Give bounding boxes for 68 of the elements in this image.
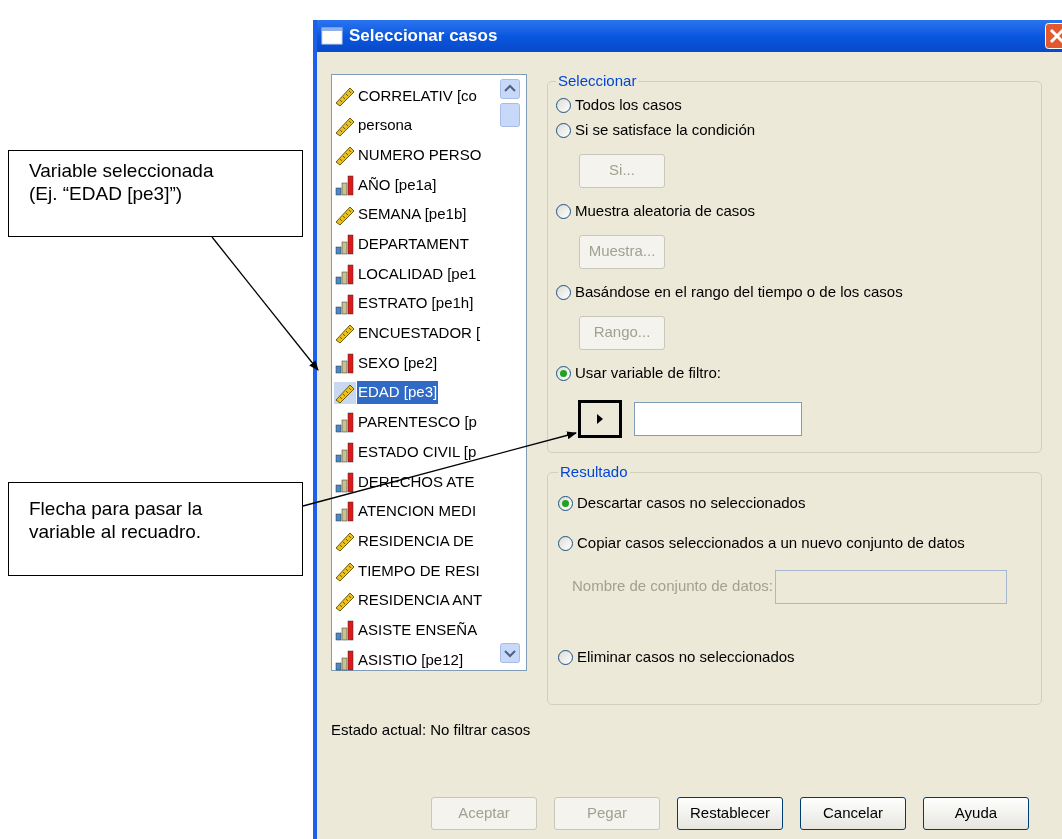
radio-label: Muestra aleatoria de casos — [575, 200, 756, 221]
scroll-up-button[interactable] — [500, 79, 520, 99]
ruler-icon — [334, 530, 356, 553]
bar-chart-icon — [334, 262, 356, 285]
scroll-down-button[interactable] — [500, 643, 520, 663]
dialog-button[interactable]: Restablecer — [677, 796, 783, 830]
variable-item[interactable]: EDAD [pe3] — [357, 381, 439, 404]
radio-button[interactable] — [556, 284, 571, 300]
radio-label: Si se satisface la condición — [575, 119, 756, 140]
variable-item[interactable]: RESIDENCIA ANT — [357, 589, 484, 612]
group-title: Resultado — [559, 462, 629, 482]
variable-item[interactable]: DEPARTAMENT — [357, 233, 470, 256]
variable-item[interactable]: LOCALIDAD [pe1 — [357, 262, 478, 286]
radio-label: Todos los casos — [575, 94, 682, 115]
radio-label: Copiar casos seleccionados a un nuevo conjunto de datos — [577, 533, 965, 554]
bar-chart-icon — [334, 500, 356, 523]
close-icon[interactable] — [1045, 23, 1062, 49]
variable-item[interactable]: PARENTESCO [p — [357, 411, 478, 434]
bar-chart-icon — [334, 292, 356, 315]
bar-chart-icon — [334, 411, 356, 434]
scrollbar-thumb[interactable] — [500, 103, 520, 127]
dialog-button[interactable]: Cancelar — [800, 796, 906, 830]
radio-button[interactable] — [556, 97, 571, 113]
ruler-icon — [334, 322, 356, 345]
variable-item[interactable]: CORRELATIV [co — [357, 84, 478, 108]
dialog-button[interactable]: Ayuda — [923, 796, 1029, 830]
radio-button[interactable] — [558, 650, 573, 665]
bar-chart-icon — [334, 352, 356, 375]
ruler-icon — [334, 144, 356, 167]
radio-label: Usar variable de filtro: — [575, 362, 721, 383]
radio-button[interactable] — [558, 496, 573, 511]
variable-item[interactable]: TIEMPO DE RESI — [357, 559, 481, 583]
radio-label: Basándose en el rango del tiempo o de los casos — [575, 281, 903, 302]
variable-item[interactable]: persona — [357, 114, 414, 137]
arrow-button[interactable] — [578, 399, 622, 438]
bar-chart-icon — [334, 173, 356, 196]
status-text: Estado actual: No filtrar casos — [331, 720, 532, 740]
bar-chart-icon — [334, 233, 356, 256]
bar-chart-icon — [334, 648, 356, 671]
variable-item[interactable]: SEMANA [pe1b] — [357, 203, 468, 226]
variable-item[interactable]: AÑO [pe1a] — [357, 173, 438, 197]
group-title: Seleccionar — [557, 71, 638, 91]
ruler-icon — [334, 381, 356, 404]
window-title: Seleccionar casos — [349, 25, 498, 48]
radio-button[interactable] — [556, 122, 571, 138]
radio-label: Eliminar casos no seleccionados — [577, 647, 795, 668]
callout-box: Flecha para pasar la variable al recuadro. — [8, 482, 303, 576]
bar-chart-icon — [334, 470, 356, 493]
variable-item[interactable]: ESTADO CIVIL [p — [357, 440, 478, 464]
radio-button[interactable] — [556, 203, 571, 219]
bar-chart-icon — [334, 441, 356, 464]
field-label: Nombre de conjunto de datos: — [572, 576, 773, 597]
radio-button[interactable] — [558, 536, 573, 551]
radio-button[interactable] — [556, 365, 571, 381]
window-icon — [321, 27, 343, 45]
variable-item[interactable]: ESTRATO [pe1h] — [357, 292, 475, 315]
variable-item[interactable]: SEXO [pe2] — [357, 351, 439, 375]
variable-item[interactable]: ASISTIO [pe12] — [357, 648, 465, 672]
callout-box: Variable seleccionada (Ej. “EDAD [pe3]”) — [8, 150, 303, 237]
radio-label: Descartar casos no seleccionados — [577, 493, 806, 514]
variable-item[interactable]: RESIDENCIA DE — [357, 529, 475, 553]
variable-item[interactable]: ATENCION MEDI — [357, 500, 478, 523]
variable-item[interactable]: ASISTE ENSEÑA — [357, 618, 479, 642]
variable-item[interactable]: NUMERO PERSO — [357, 143, 483, 167]
filter-variable-field[interactable] — [634, 401, 802, 436]
variable-item[interactable]: ENCUESTADOR [ — [357, 322, 482, 345]
triangle-right-icon — [597, 413, 603, 424]
bar-chart-icon — [334, 619, 356, 642]
